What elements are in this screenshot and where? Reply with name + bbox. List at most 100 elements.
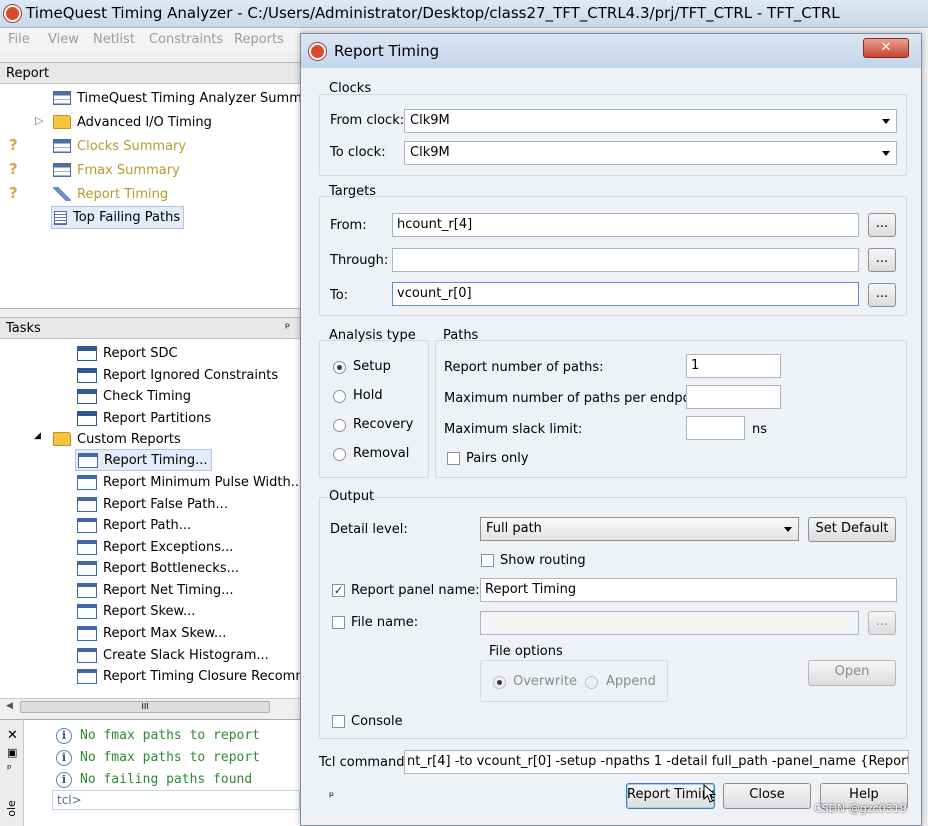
task-group-custom-reports[interactable]: Custom Reports: [53, 428, 181, 450]
report-item-top-failing-paths[interactable]: Top Failing Paths: [51, 206, 185, 229]
float-window-icon[interactable]: ▣: [7, 746, 17, 759]
from-target-input[interactable]: hcount_r[4]: [392, 213, 859, 237]
num-paths-label: Report number of paths:: [444, 360, 604, 375]
open-button[interactable]: Open: [808, 660, 896, 686]
task-report-path[interactable]: Report Path...: [77, 514, 191, 536]
overwrite-radio[interactable]: [493, 676, 506, 689]
console-message: i No failing paths found: [56, 772, 252, 788]
report-item-clocks-summary[interactable]: Clocks Summary: [53, 135, 186, 157]
menu-reports[interactable]: Reports: [234, 32, 284, 47]
report-page-icon: [77, 668, 97, 684]
through-target-input[interactable]: [392, 248, 859, 272]
console-message-text: No failing paths found: [80, 772, 253, 787]
pin-icon[interactable]: ᵖ: [285, 320, 290, 334]
task-label: Report Partitions: [103, 410, 212, 426]
dropdown-arrow-icon: [882, 119, 890, 124]
task-report-bottlenecks[interactable]: Report Bottlenecks...: [77, 557, 239, 579]
to-target-input[interactable]: vcount_r[0]: [392, 282, 859, 306]
pairs-only-checkbox[interactable]: [447, 452, 460, 465]
task-report-ignored-constraints[interactable]: Report Ignored Constraints: [77, 364, 278, 386]
menu-view[interactable]: View: [48, 32, 79, 47]
report-page-icon: [77, 625, 97, 641]
recovery-radio[interactable]: [333, 419, 346, 432]
folder-icon: [53, 115, 71, 129]
removal-radio[interactable]: [333, 448, 346, 461]
info-icon: i: [56, 728, 72, 744]
report-item-report-timing[interactable]: Report Timing: [53, 183, 168, 205]
scroll-left-icon[interactable]: ◀: [6, 701, 13, 711]
setup-radio[interactable]: [333, 361, 346, 374]
report-item-advanced-io[interactable]: Advanced I/O Timing: [53, 111, 212, 133]
file-name-input[interactable]: [480, 611, 859, 635]
show-routing-checkbox[interactable]: [481, 554, 494, 567]
console-panel: ✕ ▣ ᵖ ole i No fmax paths to report i No f…: [0, 719, 300, 826]
info-icon: i: [56, 750, 72, 766]
to-clock-select[interactable]: Clk9M: [404, 141, 897, 165]
report-page-icon: [77, 582, 97, 598]
task-label: Report Timing Closure Recommendations...: [103, 668, 300, 684]
max-paths-per-endpoint-label: Maximum number of paths per endpoint:: [444, 391, 712, 406]
hold-radio[interactable]: [333, 390, 346, 403]
report-item-summary[interactable]: TimeQuest Timing Analyzer Summary: [53, 87, 323, 109]
task-icon: [77, 345, 97, 361]
max-paths-per-endpoint-input[interactable]: [686, 385, 781, 409]
scroll-thumb[interactable]: III: [20, 701, 270, 713]
task-report-timing[interactable]: Report Timing...: [75, 449, 212, 471]
close-button[interactable]: Close: [723, 783, 811, 809]
task-report-false-path[interactable]: Report False Path...: [77, 493, 228, 515]
task-label: Report Timing...: [104, 452, 208, 468]
file-browse-button[interactable]: ...: [868, 611, 896, 635]
task-report-timing-closure[interactable]: Report Timing Closure Recommendations...: [77, 665, 300, 687]
task-check-timing[interactable]: Check Timing: [77, 385, 191, 407]
stopwatch-icon: [4, 5, 21, 22]
task-report-exceptions[interactable]: Report Exceptions...: [77, 536, 233, 558]
task-report-partitions[interactable]: Report Partitions: [77, 407, 211, 429]
report-item-fmax-summary[interactable]: Fmax Summary: [53, 159, 180, 181]
close-icon[interactable]: ✕: [7, 728, 18, 743]
detail-level-select[interactable]: Full path: [480, 517, 799, 541]
task-report-sdc[interactable]: Report SDC: [77, 342, 178, 364]
task-label: Report Minimum Pulse Width...: [103, 474, 304, 490]
from-clock-label: From clock:: [330, 113, 405, 128]
tasks-list: Report SDC Report Ignored Constraints Ch…: [0, 339, 303, 699]
task-label: Report Ignored Constraints: [103, 367, 279, 383]
task-report-net-timing[interactable]: Report Net Timing...: [77, 579, 234, 601]
open-folder-icon: [53, 432, 71, 446]
report-item-label: Clocks Summary: [77, 138, 187, 154]
from-browse-button[interactable]: ...: [868, 213, 896, 237]
through-browse-button[interactable]: ...: [868, 248, 896, 272]
tasks-horizontal-scrollbar[interactable]: ◀ III: [0, 698, 300, 715]
dialog-close-button[interactable]: ✕: [863, 38, 909, 58]
menu-file[interactable]: File: [8, 32, 30, 47]
stopwatch-icon: [309, 43, 326, 60]
pin-icon[interactable]: ᵖ: [7, 762, 12, 775]
set-default-button[interactable]: Set Default: [808, 517, 896, 542]
append-radio[interactable]: [585, 676, 598, 689]
tcl-console-input[interactable]: tcl>: [52, 790, 300, 810]
console-side-label: ole: [4, 800, 18, 817]
tcl-command-input[interactable]: nt_r[4] -to vcount_r[0] -setup -npaths 1…: [404, 750, 909, 774]
to-browse-button[interactable]: ...: [868, 283, 896, 307]
detail-level-label: Detail level:: [330, 522, 408, 537]
output-group-label: Output: [329, 489, 375, 504]
pin-icon[interactable]: ᵖ: [329, 789, 334, 803]
task-create-slack-histogram[interactable]: Create Slack Histogram...: [77, 644, 269, 666]
menu-constraints[interactable]: Constraints: [149, 32, 223, 47]
report-timing-button[interactable]: Report Timing: [626, 783, 715, 809]
report-panel-name-checkbox[interactable]: ✓: [332, 584, 345, 597]
console-checkbox[interactable]: [332, 715, 345, 728]
task-report-min-pulse-width[interactable]: Report Minimum Pulse Width...: [77, 471, 303, 493]
task-report-skew[interactable]: Report Skew...: [77, 600, 195, 622]
wrench-icon: [53, 187, 71, 201]
collapse-arrow-icon[interactable]: ◢: [34, 431, 41, 441]
max-slack-input[interactable]: [686, 416, 745, 440]
num-paths-input[interactable]: 1: [686, 354, 781, 378]
task-report-max-skew[interactable]: Report Max Skew...: [77, 622, 226, 644]
report-panel-name-input[interactable]: Report Timing: [480, 578, 897, 602]
tasks-panel-header: Tasks ᵖ: [0, 317, 300, 339]
expand-arrow-icon[interactable]: ▷: [35, 114, 43, 127]
from-clock-select[interactable]: Clk9M: [404, 109, 897, 133]
file-name-checkbox[interactable]: [332, 616, 345, 629]
menu-netlist[interactable]: Netlist: [93, 32, 135, 47]
report-timing-dialog: Report Timing ✕ Clocks From clock: Clk9M…: [300, 33, 922, 826]
